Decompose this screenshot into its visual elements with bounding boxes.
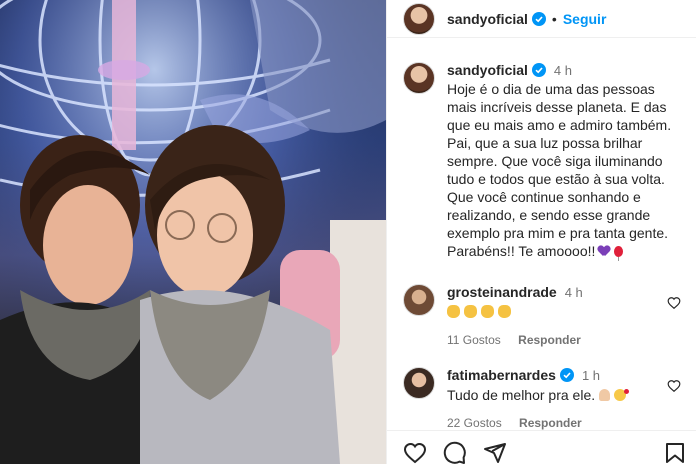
clapping-hands-icon — [447, 305, 460, 318]
like-heart-icon[interactable] — [403, 441, 427, 464]
comments-section: sandyoficial 4 h Hoje é o dia de uma das… — [387, 52, 696, 430]
comment-body: grosteinandrade 4 h 11 Gostos Responder — [447, 284, 657, 347]
post-action-bar — [387, 430, 696, 464]
comment-likes[interactable]: 22 Gostos — [447, 416, 502, 430]
commenter-username[interactable]: grosteinandrade — [447, 284, 557, 300]
comment-time[interactable]: 4 h — [565, 285, 583, 300]
author-avatar[interactable] — [403, 2, 435, 35]
header-separator: • — [551, 10, 557, 27]
verified-badge-icon — [559, 368, 574, 382]
caption-username[interactable]: sandyoficial — [447, 62, 528, 78]
purple-heart-icon — [598, 246, 610, 257]
post-header: sandyoficial • Seguir — [387, 0, 696, 38]
post-photo-illustration — [0, 0, 386, 464]
comment-meta: 11 Gostos Responder — [447, 333, 657, 347]
post-photo[interactable] — [0, 0, 386, 464]
caption-author-avatar[interactable] — [403, 62, 435, 94]
comment-header: fatimabernardes 1 h — [447, 367, 657, 383]
verified-badge-icon — [531, 11, 546, 26]
comment-likes[interactable]: 11 Gostos — [447, 333, 501, 347]
praying-hands-icon — [599, 389, 611, 401]
comment-icon[interactable] — [443, 441, 467, 464]
reply-button[interactable]: Responder — [518, 333, 581, 347]
verified-badge-icon — [531, 63, 546, 77]
caption-header: sandyoficial 4 h — [447, 62, 681, 78]
comment-text: Tudo de melhor pra ele. — [447, 386, 657, 404]
post-caption: sandyoficial 4 h Hoje é o dia de uma das… — [387, 52, 696, 261]
caption-text-content: Hoje é o dia de uma das pessoas mais inc… — [447, 81, 672, 259]
author-username[interactable]: sandyoficial — [447, 11, 528, 27]
reply-button[interactable]: Responder — [519, 416, 582, 430]
commenter-avatar[interactable] — [403, 367, 435, 399]
comment-time[interactable]: 1 h — [582, 368, 600, 383]
bookmark-icon[interactable] — [663, 441, 687, 464]
heart-icon[interactable] — [667, 379, 681, 393]
comment-header: grosteinandrade 4 h — [447, 284, 657, 300]
caption-body: sandyoficial 4 h Hoje é o dia de uma das… — [447, 62, 681, 261]
caption-text: Hoje é o dia de uma das pessoas mais inc… — [447, 80, 681, 261]
commenter-avatar[interactable] — [403, 284, 435, 316]
kissing-face-icon — [614, 389, 630, 401]
comment-item: grosteinandrade 4 h 11 Gostos Responder — [387, 284, 696, 347]
clapping-hands-icon — [498, 305, 511, 318]
comment-text — [447, 303, 657, 321]
follow-button[interactable]: Seguir — [563, 11, 607, 27]
heart-icon[interactable] — [667, 296, 681, 310]
comment-text-content: Tudo de melhor pra ele. — [447, 387, 596, 403]
post-panel: sandyoficial • Seguir sandyoficial 4 h H… — [386, 0, 696, 464]
comment-body: fatimabernardes 1 h Tudo de melhor pra e… — [447, 367, 657, 430]
caption-time[interactable]: 4 h — [554, 63, 572, 78]
commenter-username[interactable]: fatimabernardes — [447, 367, 556, 383]
balloon-icon — [614, 246, 624, 261]
share-icon[interactable] — [483, 441, 507, 464]
comment-meta: 22 Gostos Responder — [447, 416, 657, 430]
comment-item: fatimabernardes 1 h Tudo de melhor pra e… — [387, 367, 696, 430]
clapping-hands-icon — [481, 305, 494, 318]
clapping-hands-icon — [464, 305, 477, 318]
